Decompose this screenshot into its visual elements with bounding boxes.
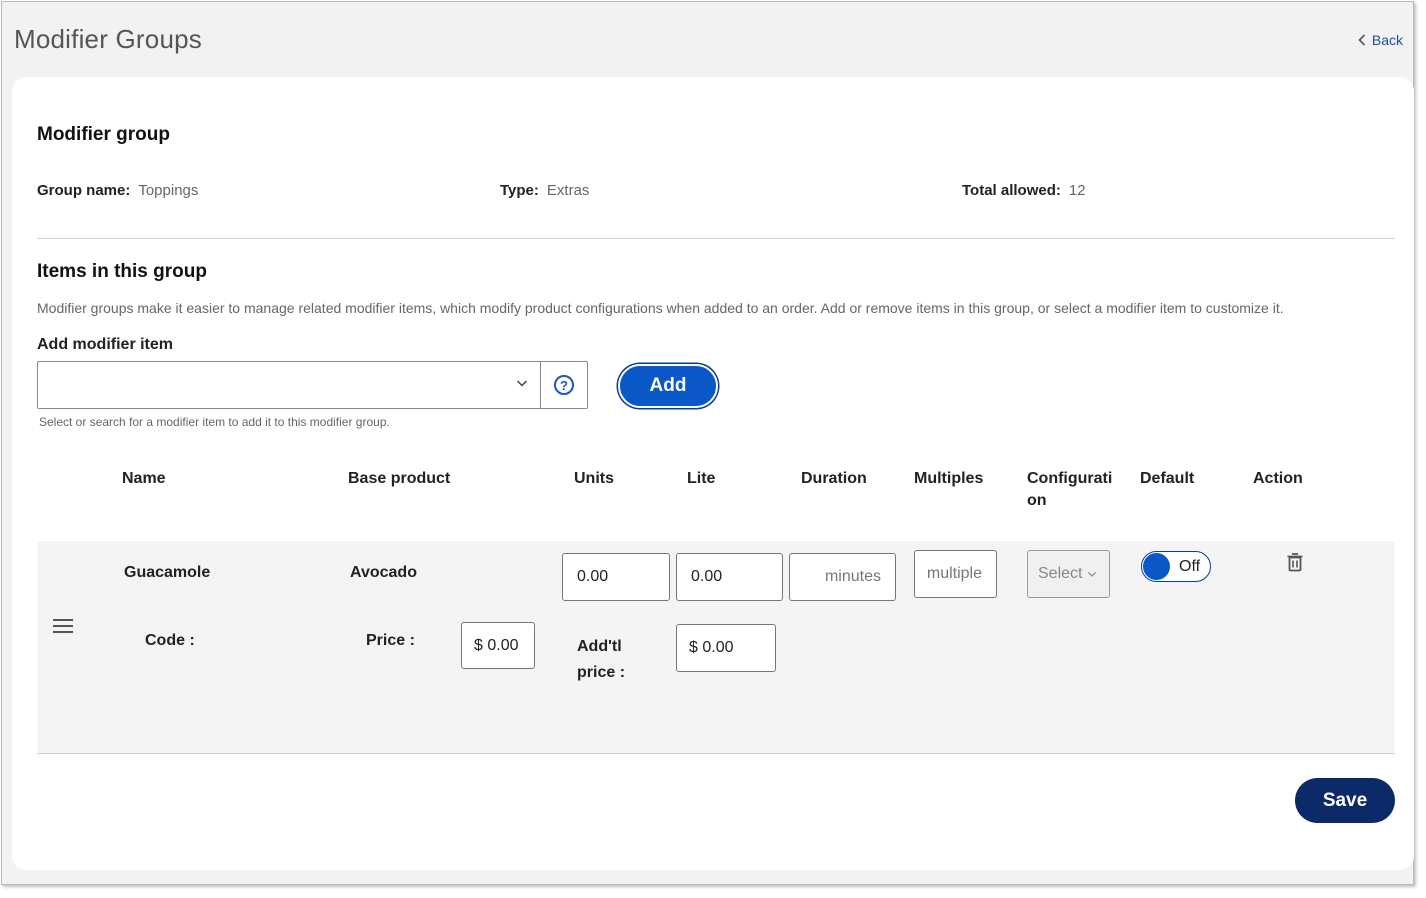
- column-header-default: Default: [1140, 470, 1195, 487]
- modifier-group-heading: Modifier group: [37, 124, 170, 145]
- back-label: Back: [1371, 32, 1403, 48]
- item-name: Guacamole: [124, 564, 211, 581]
- column-header-action: Action: [1253, 470, 1303, 487]
- total-allowed-value: 12: [1068, 182, 1086, 199]
- group-name-label: Group name:: [37, 182, 131, 199]
- chevron-down-icon[interactable]: [516, 378, 528, 388]
- page-title: Modifier Groups: [14, 24, 202, 54]
- trash-icon[interactable]: [1286, 552, 1304, 572]
- back-link[interactable]: Back: [1358, 32, 1403, 48]
- add-modifier-input-wrap[interactable]: [38, 362, 541, 408]
- total-allowed-label: Total allowed:: [962, 182, 1061, 199]
- modifier-group-card: Modifier group Group name: Toppings Type…: [12, 77, 1414, 870]
- total-allowed-field: Total allowed: 12: [962, 182, 1086, 199]
- units-input[interactable]: 0.00: [562, 553, 670, 601]
- type-field: Type: Extras: [500, 182, 589, 199]
- app-window: Modifier Groups Back Modifier group Grou…: [1, 1, 1414, 885]
- group-name-field: Group name: Toppings: [37, 182, 198, 199]
- chevron-left-icon: [1358, 34, 1365, 46]
- help-icon[interactable]: ?: [554, 375, 574, 395]
- add-modifier-input[interactable]: [38, 362, 540, 408]
- save-button[interactable]: Save: [1295, 778, 1395, 823]
- price-label: Price :: [366, 632, 415, 649]
- addtl-price-label-line1: Add'tl: [577, 638, 622, 655]
- addtl-price-input[interactable]: $ 0.00: [676, 624, 776, 672]
- price-input[interactable]: $ 0.00: [461, 622, 535, 669]
- add-modifier-hint: Select or search for a modifier item to …: [39, 415, 390, 429]
- drag-handle-icon[interactable]: [53, 619, 73, 633]
- column-header-configuration: Configurati on: [1027, 468, 1112, 512]
- group-name-value: Toppings: [138, 182, 199, 199]
- type-value: Extras: [546, 182, 590, 199]
- multiples-input[interactable]: multiple: [914, 550, 997, 598]
- add-modifier-label: Add modifier item: [37, 336, 174, 353]
- configuration-select[interactable]: Select: [1027, 550, 1110, 598]
- toggle-knob: [1143, 553, 1170, 580]
- chevron-down-icon: [1088, 571, 1097, 577]
- type-label: Type:: [500, 182, 539, 199]
- default-toggle-label: Off: [1179, 557, 1201, 575]
- column-header-duration: Duration: [801, 470, 867, 487]
- items-heading: Items in this group: [37, 261, 207, 282]
- column-header-configuration-line1: Configurati: [1027, 470, 1113, 487]
- addtl-price-label: Add'tl price :: [577, 634, 625, 686]
- help-button[interactable]: ?: [541, 362, 587, 408]
- items-description: Modifier groups make it easier to manage…: [37, 300, 1284, 316]
- column-header-base-product: Base product: [348, 470, 451, 487]
- section-divider: [37, 238, 1395, 239]
- column-header-units: Units: [574, 470, 614, 487]
- table-row: Guacamole Avocado 0.00 0.00 minutes mult…: [37, 541, 1395, 754]
- code-label: Code :: [145, 632, 195, 649]
- addtl-price-label-line2: price :: [577, 664, 626, 681]
- duration-input[interactable]: minutes: [789, 553, 896, 601]
- lite-input[interactable]: 0.00: [676, 553, 783, 601]
- default-toggle[interactable]: Off: [1141, 551, 1211, 582]
- item-base-product: Avocado: [350, 564, 417, 581]
- column-header-lite: Lite: [687, 470, 716, 487]
- column-header-multiples: Multiples: [914, 470, 984, 487]
- column-header-name: Name: [122, 470, 166, 487]
- column-header-configuration-line2: on: [1027, 492, 1047, 509]
- add-button[interactable]: Add: [618, 364, 718, 408]
- add-modifier-combobox[interactable]: ?: [37, 361, 588, 409]
- configuration-select-value: Select: [1038, 565, 1083, 582]
